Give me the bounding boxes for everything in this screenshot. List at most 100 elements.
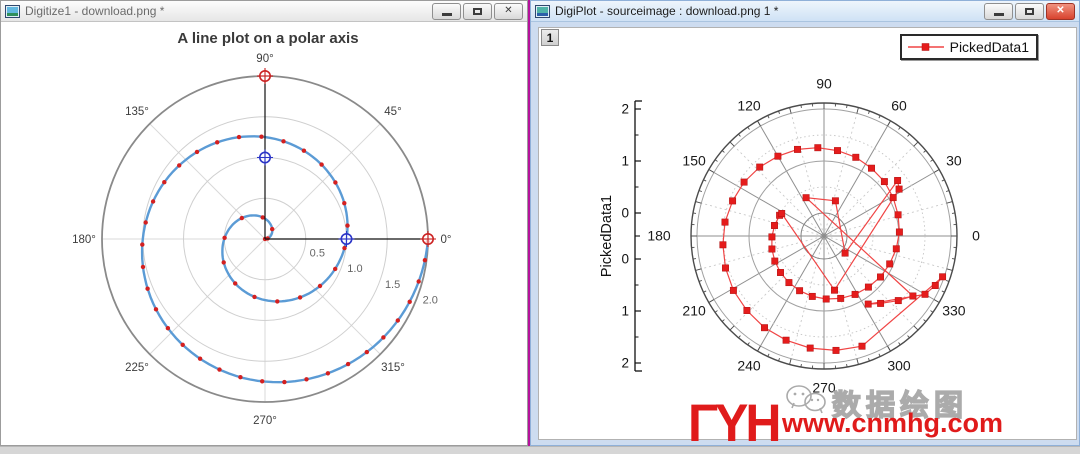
left-window-titlebar[interactable]: Digitize1 - download.png * ✕ <box>1 1 527 22</box>
svg-text:240: 240 <box>737 357 761 373</box>
svg-text:225°: 225° <box>125 362 149 374</box>
svg-text:90°: 90° <box>256 53 273 65</box>
data-point <box>833 347 839 353</box>
data-point <box>779 210 785 216</box>
radial-axis: 210012PickedData1 <box>599 101 642 371</box>
data-point <box>807 345 813 351</box>
minimize-icon <box>994 13 1004 16</box>
data-point <box>895 212 901 218</box>
data-point <box>769 234 775 240</box>
svg-text:2: 2 <box>621 356 629 371</box>
close-icon: ✕ <box>504 6 512 16</box>
svg-text:210: 210 <box>682 303 706 319</box>
digiplot-polar-canvas: 0306090120150180210240270300330210012Pic… <box>539 28 1080 442</box>
data-point <box>932 282 938 288</box>
data-point <box>865 301 871 307</box>
data-point <box>865 284 871 290</box>
svg-text:2.0: 2.0 <box>423 294 438 306</box>
data-point <box>786 279 792 285</box>
svg-text:135°: 135° <box>125 106 149 118</box>
right-close-button[interactable]: ✕ <box>1046 3 1075 20</box>
right-minimize-button[interactable] <box>984 3 1013 20</box>
polar-grid: 0306090120150180210240270300330 <box>647 76 980 396</box>
svg-text:180: 180 <box>647 228 671 244</box>
data-point <box>722 219 728 225</box>
data-point <box>893 246 899 252</box>
svg-text:1: 1 <box>621 304 629 319</box>
data-point <box>832 198 838 204</box>
data-point <box>922 291 928 297</box>
data-point <box>783 337 789 343</box>
svg-text:0°: 0° <box>441 234 452 246</box>
svg-text:45°: 45° <box>384 106 401 118</box>
data-point <box>859 343 865 349</box>
y-axis-end-marker[interactable] <box>257 68 273 84</box>
left-plot-title: A line plot on a polar axis <box>177 30 358 47</box>
legend-marker-icon <box>908 42 944 52</box>
right-maximize-button[interactable] <box>1015 3 1044 20</box>
data-point <box>890 194 896 200</box>
data-point <box>910 293 916 299</box>
data-point <box>877 274 883 280</box>
data-point <box>794 146 800 152</box>
svg-text:1.0: 1.0 <box>347 263 362 275</box>
legend[interactable]: PickedData1 <box>900 34 1038 60</box>
data-point <box>877 300 883 306</box>
data-point <box>939 274 945 280</box>
right-window-titlebar[interactable]: DigiPlot - sourceimage : download.png 1 … <box>531 1 1079 22</box>
y-unit-marker[interactable] <box>257 150 273 166</box>
svg-text:315°: 315° <box>381 362 405 374</box>
x-axis-end-marker[interactable] <box>420 231 436 247</box>
data-point <box>834 147 840 153</box>
bottom-strip <box>0 446 1080 454</box>
data-point <box>842 250 848 256</box>
data-point <box>772 258 778 264</box>
digitize-window: Digitize1 - download.png * ✕ 0° 45° 90° 135… <box>0 0 528 446</box>
minimize-icon <box>442 13 452 16</box>
right-window-title: DigiPlot - sourceimage : download.png 1 … <box>555 4 778 18</box>
legend-label: PickedData1 <box>950 39 1029 55</box>
data-point <box>838 295 844 301</box>
digiplot-window: DigiPlot - sourceimage : download.png 1 … <box>530 0 1080 446</box>
data-point <box>809 293 815 299</box>
data-point <box>720 242 726 248</box>
data-point <box>769 246 775 252</box>
digitize-app-icon <box>5 5 20 18</box>
svg-text:120: 120 <box>737 98 761 114</box>
data-point <box>815 145 821 151</box>
radial-axis-title: PickedData1 <box>599 195 615 277</box>
svg-text:90: 90 <box>816 76 832 92</box>
svg-text:0: 0 <box>972 228 980 244</box>
svg-text:150: 150 <box>682 153 706 169</box>
data-point <box>775 153 781 159</box>
series-pickeddata1 <box>720 145 946 354</box>
svg-text:270: 270 <box>812 380 836 396</box>
data-point <box>887 261 893 267</box>
data-point <box>741 179 747 185</box>
polar-grid: 0°45°90°135°180°225°270°315°0.51.01.52.0 <box>72 53 451 427</box>
data-point <box>777 269 783 275</box>
close-icon: ✕ <box>1056 6 1064 16</box>
data-point <box>757 164 763 170</box>
data-point <box>823 296 829 302</box>
data-point <box>730 287 736 293</box>
digitize-polar-canvas[interactable]: 0°45°90°135°180°225°270°315°0.51.01.52.0… <box>1 23 527 446</box>
left-minimize-button[interactable] <box>432 3 461 20</box>
svg-text:30: 30 <box>946 153 962 169</box>
data-point <box>796 288 802 294</box>
svg-text:2: 2 <box>621 102 629 117</box>
left-close-button[interactable]: ✕ <box>494 3 523 20</box>
data-point <box>803 195 809 201</box>
data-point <box>853 154 859 160</box>
svg-text:0.5: 0.5 <box>310 248 325 260</box>
svg-text:0: 0 <box>621 206 629 221</box>
x-unit-marker[interactable] <box>339 231 355 247</box>
left-maximize-button[interactable] <box>463 3 492 20</box>
data-point <box>831 287 837 293</box>
data-point <box>895 297 901 303</box>
data-point <box>722 265 728 271</box>
digiplot-client-area: 1 0306090120150180210240270300330210012P… <box>538 27 1077 440</box>
data-point <box>894 177 900 183</box>
maximize-icon <box>1025 8 1034 15</box>
left-window-title: Digitize1 - download.png * <box>25 4 164 18</box>
